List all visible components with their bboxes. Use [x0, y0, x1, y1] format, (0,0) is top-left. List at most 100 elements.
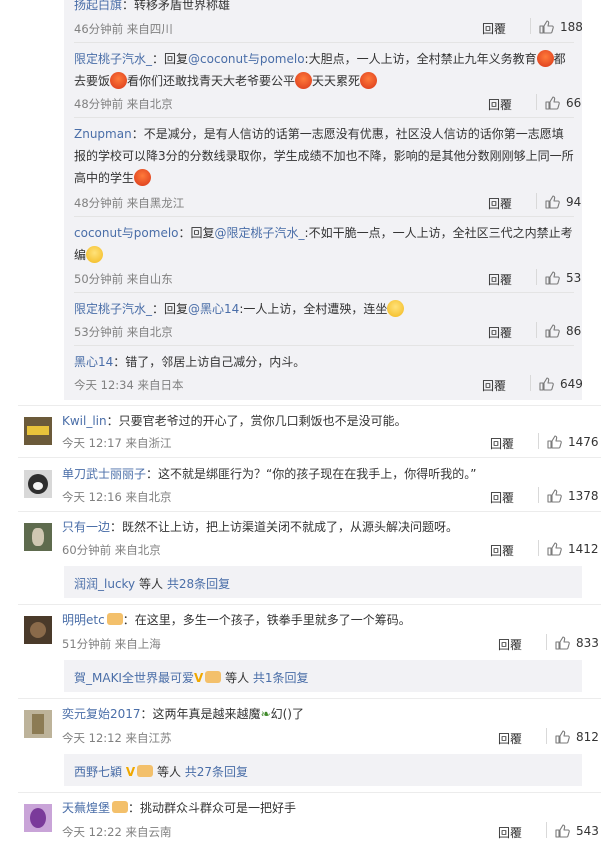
angry-emoji-icon — [295, 72, 313, 89]
more-replies[interactable]: 賀_MAKI全世界最可爱V 等人 共1条回复 — [74, 669, 309, 686]
angry-emoji-icon — [110, 72, 128, 89]
verified-v-icon: V — [125, 765, 136, 779]
divider — [74, 345, 574, 346]
mention-link[interactable]: @coconut与pomelo — [188, 52, 305, 66]
sub-reply: Znupman：不是减分，是有人信访的话第一志愿没有优惠，社区没人信访的话你第一… — [74, 127, 574, 186]
thumb-up-icon[interactable] — [546, 488, 562, 504]
like-count: 1378 — [568, 489, 599, 503]
author-link[interactable]: Kwil_lin — [62, 414, 107, 428]
like-count: 94 — [566, 195, 582, 209]
more-replies[interactable]: 西野七穎 V 等人 共27条回复 — [74, 763, 248, 780]
avatar[interactable] — [24, 616, 52, 644]
reply-button[interactable]: 回覆 — [482, 377, 506, 394]
divider — [74, 292, 574, 293]
member-badge-icon — [205, 671, 222, 683]
author-link[interactable]: 只有一边 — [62, 520, 110, 534]
sub-reply: 限定桃子汽水_：回复@黑心14:一人上访，全村遭殃，连坐 — [74, 298, 574, 320]
member-badge-icon — [137, 765, 154, 777]
reply-button[interactable]: 回覆 — [498, 636, 522, 653]
leaf-emoji-icon: ❧ — [260, 707, 271, 721]
reply-button[interactable]: 回覆 — [498, 824, 522, 841]
thumb-up-icon[interactable] — [554, 729, 570, 745]
more-replies[interactable]: 润润_lucky 等人 共28条回复 — [74, 575, 230, 592]
like-count: 1412 — [568, 542, 599, 556]
comment: Kwil_lin：只要官老爷过的开心了，赏你几口剩饭也不是没可能。 — [62, 414, 407, 428]
divider — [18, 604, 601, 605]
thumb-up-icon[interactable] — [554, 823, 570, 839]
laughing-emoji-icon — [86, 246, 104, 263]
author-link[interactable]: coconut与pomelo — [74, 226, 179, 240]
thumb-up-icon[interactable] — [544, 95, 560, 111]
reply-button[interactable]: 回覆 — [490, 489, 514, 506]
reply-button[interactable]: 回覆 — [488, 96, 512, 113]
sub-reply: 限定桃子汽水_：回复@coconut与pomelo:大胆点，一人上访，全村禁止九… — [74, 50, 566, 89]
comment: 单刀武士丽丽子：这不就是绑匪行为？“你的孩子现在在我手上，你得听我的。” — [62, 467, 477, 481]
angry-emoji-icon — [536, 50, 554, 67]
comment: 只有一边：既然不让上访，把上访渠道关闭不就成了，从源头解决问题呀。 — [62, 520, 459, 534]
thumb-up-icon[interactable] — [554, 635, 570, 651]
divider — [74, 42, 574, 43]
sub-reply: coconut与pomelo：回复@限定桃子汽水_:不如干脆一点，一人上访，全社… — [74, 226, 573, 263]
author-link[interactable]: 单刀武士丽丽子 — [62, 467, 146, 481]
like-count: 86 — [566, 324, 582, 338]
thumb-up-icon[interactable] — [538, 19, 554, 35]
divider — [74, 117, 574, 118]
comment-meta: 今天 12:16 来自北京 — [62, 490, 172, 504]
like-count: 543 — [576, 824, 599, 838]
author-link[interactable]: 奕元复始2017 — [62, 707, 141, 721]
comment-meta: 今天 12:17 来自浙江 — [62, 436, 172, 450]
thumb-up-icon[interactable] — [546, 434, 562, 450]
avatar[interactable] — [24, 417, 52, 445]
reply-meta: 48分钟前 来自黑龙江 — [74, 196, 185, 210]
member-badge-icon — [106, 613, 123, 625]
thumb-up-icon[interactable] — [544, 323, 560, 339]
reply-meta: 48分钟前 来自北京 — [74, 97, 173, 111]
author-link[interactable]: 限定桃子汽水_ — [74, 302, 152, 316]
author-link[interactable]: Znupman — [74, 127, 132, 141]
thumb-up-icon[interactable] — [538, 376, 554, 392]
avatar[interactable] — [24, 804, 52, 832]
divider — [18, 405, 601, 406]
avatar[interactable] — [24, 710, 52, 738]
author-link[interactable]: 黑心14 — [74, 355, 113, 369]
divider — [18, 511, 601, 512]
like-count: 66 — [566, 96, 582, 110]
divider — [18, 698, 601, 699]
reply-button[interactable]: 回覆 — [488, 271, 512, 288]
author-link[interactable]: 天蕪煌堡 — [62, 801, 110, 815]
angry-emoji-icon — [134, 169, 152, 186]
like-count: 1476 — [568, 435, 599, 449]
reply-meta: 53分钟前 来自北京 — [74, 325, 173, 339]
thumb-up-icon[interactable] — [544, 270, 560, 286]
smile-emoji-icon — [387, 300, 405, 317]
thumb-up-icon[interactable] — [546, 541, 562, 557]
like-count: 812 — [576, 730, 599, 744]
thumb-up-icon[interactable] — [544, 194, 560, 210]
avatar[interactable] — [24, 523, 52, 551]
reply-button[interactable]: 回覆 — [488, 195, 512, 212]
comment: 明明etc ：在这里，多生一个孩子，铁拳手里就多了一个筹码。 — [62, 613, 411, 627]
comment-meta: 60分钟前 来自北京 — [62, 543, 161, 557]
comment: 奕元复始2017：这两年真是越来越魔❧幻()了 — [62, 707, 304, 721]
mention-link[interactable]: @黑心14 — [188, 302, 239, 316]
like-count: 833 — [576, 636, 599, 650]
author-link[interactable]: 限定桃子汽水_ — [74, 52, 152, 66]
author-link[interactable]: 明明etc — [62, 613, 105, 627]
reply-button[interactable]: 回覆 — [490, 435, 514, 452]
reply-button[interactable]: 回覆 — [490, 542, 514, 559]
divider — [74, 216, 574, 217]
mention-link[interactable]: @限定桃子汽水_ — [215, 226, 305, 240]
reply-button[interactable]: 回覆 — [498, 730, 522, 747]
sub-reply: 黑心14：错了，邻居上访自己减分，内斗。 — [74, 355, 306, 369]
reply-meta: 50分钟前 来自山东 — [74, 272, 173, 286]
avatar[interactable] — [24, 470, 52, 498]
like-count: 649 — [560, 377, 583, 391]
reply-button[interactable]: 回覆 — [482, 20, 506, 37]
divider — [18, 792, 601, 793]
verified-v-icon: V — [193, 671, 204, 685]
comment-meta: 51分钟前 来自上海 — [62, 637, 161, 651]
reply-button[interactable]: 回覆 — [488, 324, 512, 341]
angry-emoji-icon — [360, 72, 378, 89]
reply-text: ：转移矛盾世界称雄 — [122, 0, 231, 12]
author-link[interactable]: 扬起白旗 — [74, 0, 122, 12]
